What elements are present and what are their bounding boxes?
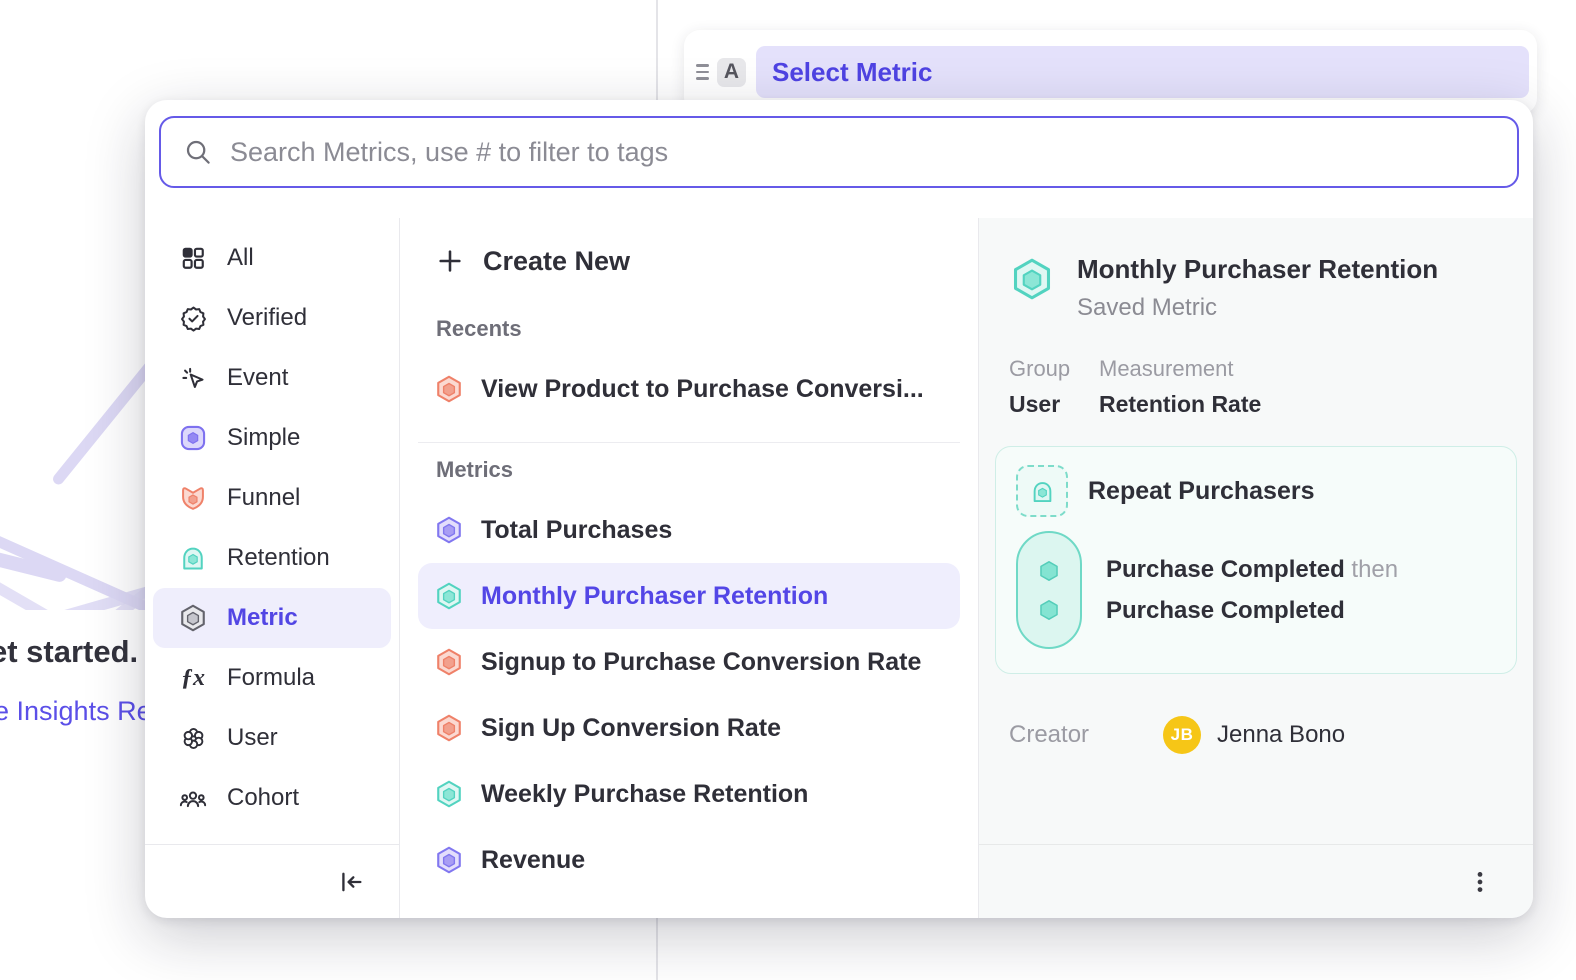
list-item-label: Revenue xyxy=(481,846,585,875)
search-input[interactable] xyxy=(228,136,1495,169)
sidebar-item-all[interactable]: All xyxy=(153,228,391,288)
event-hexagon-icon xyxy=(1036,597,1062,623)
metric-hexagon-icon xyxy=(179,604,207,632)
collapse-sidebar-icon[interactable] xyxy=(337,868,365,896)
measurement-label: Measurement xyxy=(1099,356,1261,382)
metric-detail-panel: Monthly Purchaser Retention Saved Metric… xyxy=(978,218,1533,918)
sidebar-item-user[interactable]: User xyxy=(153,708,391,768)
sidebar-item-label: Cohort xyxy=(227,784,299,812)
search-icon xyxy=(183,137,213,167)
query-block-letter: A xyxy=(717,58,746,87)
list-item-metric[interactable]: Weekly Purchase Retention xyxy=(418,761,960,827)
drag-handle-icon[interactable] xyxy=(692,64,712,80)
behavior-title: Repeat Purchasers xyxy=(1088,477,1315,506)
metric-hexagon-icon xyxy=(434,581,464,611)
list-item-label: Signup to Purchase Conversion Rate xyxy=(481,648,921,677)
metric-hexagon-icon xyxy=(1009,256,1055,302)
group-value: User xyxy=(1009,391,1099,418)
creator-label: Creator xyxy=(1009,721,1163,749)
avatar: JB xyxy=(1163,716,1201,754)
metric-picker-modal: All Verified xyxy=(145,100,1533,918)
behavior-definition-card: Repeat Purchasers Purchase Completed the… xyxy=(995,446,1517,674)
metric-hexagon-icon xyxy=(434,515,464,545)
sidebar-item-label: User xyxy=(227,724,278,752)
detail-meta: Group User Measurement Retention Rate xyxy=(995,356,1517,418)
list-item-metric-selected[interactable]: Monthly Purchaser Retention xyxy=(418,563,960,629)
list-item-label: Weekly Purchase Retention xyxy=(481,780,808,809)
metric-hexagon-icon xyxy=(434,713,464,743)
type-filter-sidebar: All Verified xyxy=(145,218,400,918)
event-hexagon-icon xyxy=(1036,558,1062,584)
metric-hexagon-icon xyxy=(434,845,464,875)
list-item-metric[interactable]: Total Purchases xyxy=(418,497,960,563)
behavior-icon xyxy=(1016,465,1068,517)
list-item-label: View Product to Purchase Conversi... xyxy=(481,375,924,404)
measurement-value: Retention Rate xyxy=(1099,391,1261,418)
recents-heading: Recents xyxy=(418,316,960,342)
sidebar-item-metric[interactable]: Metric xyxy=(153,588,391,648)
metric-hexagon-icon xyxy=(434,647,464,677)
creator-row: Creator JB Jenna Bono xyxy=(995,716,1517,754)
list-item-label: Total Purchases xyxy=(481,516,672,545)
sidebar-item-label: Event xyxy=(227,364,288,392)
list-item-recent[interactable]: View Product to Purchase Conversi... xyxy=(418,356,960,422)
simple-icon xyxy=(179,424,207,452)
sidebar-item-cohort[interactable]: Cohort xyxy=(153,768,391,828)
sidebar-item-label: Retention xyxy=(227,544,330,572)
sidebar-item-label: Formula xyxy=(227,664,315,692)
list-section-divider xyxy=(418,442,960,443)
sidebar-item-label: All xyxy=(227,244,254,272)
detail-subtitle: Saved Metric xyxy=(1077,294,1438,322)
background-heading-fragment: et started. xyxy=(0,634,138,670)
list-item-metric[interactable]: Revenue xyxy=(418,827,960,893)
plus-icon xyxy=(436,247,464,275)
funnel-icon xyxy=(179,484,207,512)
user-icon xyxy=(179,724,207,752)
formula-icon: ƒx xyxy=(179,664,207,692)
list-item-label: Monthly Purchaser Retention xyxy=(481,582,828,611)
verified-badge-icon xyxy=(179,304,207,332)
cohort-icon xyxy=(179,784,207,812)
sidebar-item-formula[interactable]: ƒx Formula xyxy=(153,648,391,708)
kebab-menu-icon[interactable] xyxy=(1467,869,1493,895)
sidebar-item-verified[interactable]: Verified xyxy=(153,288,391,348)
sidebar-item-retention[interactable]: Retention xyxy=(153,528,391,588)
behavior-step-1: Purchase Completed then xyxy=(1106,558,1398,582)
behavior-step-2: Purchase Completed xyxy=(1106,599,1398,623)
sidebar-item-label: Funnel xyxy=(227,484,300,512)
creator-name: Jenna Bono xyxy=(1217,721,1345,749)
list-item-metric[interactable]: Signup to Purchase Conversion Rate xyxy=(418,629,960,695)
background-chart-illustration xyxy=(0,270,148,610)
then-label: then xyxy=(1351,556,1398,583)
create-new-label: Create New xyxy=(483,246,630,277)
sidebar-item-event[interactable]: Event xyxy=(153,348,391,408)
search-bar[interactable] xyxy=(159,116,1519,188)
grid-icon xyxy=(179,244,207,272)
background-insights-link-fragment[interactable]: e Insights Re xyxy=(0,696,152,727)
retention-icon xyxy=(179,544,207,572)
list-item-label: Sign Up Conversion Rate xyxy=(481,714,781,743)
sidebar-item-label: Simple xyxy=(227,424,300,452)
sidebar-item-simple[interactable]: Simple xyxy=(153,408,391,468)
sidebar-item-label: Metric xyxy=(227,604,298,632)
detail-footer xyxy=(979,844,1533,918)
sidebar-footer xyxy=(145,844,399,918)
metric-hexagon-icon xyxy=(434,779,464,809)
group-label: Group xyxy=(1009,356,1099,382)
list-item-metric[interactable]: Sign Up Conversion Rate xyxy=(418,695,960,761)
select-metric-button[interactable]: Select Metric xyxy=(756,46,1529,98)
event-sequence-capsule xyxy=(1016,531,1082,649)
metric-hexagon-icon xyxy=(434,374,464,404)
sidebar-item-label: Verified xyxy=(227,304,307,332)
sidebar-item-funnel[interactable]: Funnel xyxy=(153,468,391,528)
detail-title: Monthly Purchaser Retention xyxy=(1077,254,1438,285)
metric-list: Create New Recents View Product to Purch… xyxy=(400,218,978,918)
metrics-heading: Metrics xyxy=(418,457,960,483)
event-cursor-icon xyxy=(179,364,207,392)
create-new-button[interactable]: Create New xyxy=(418,228,960,294)
